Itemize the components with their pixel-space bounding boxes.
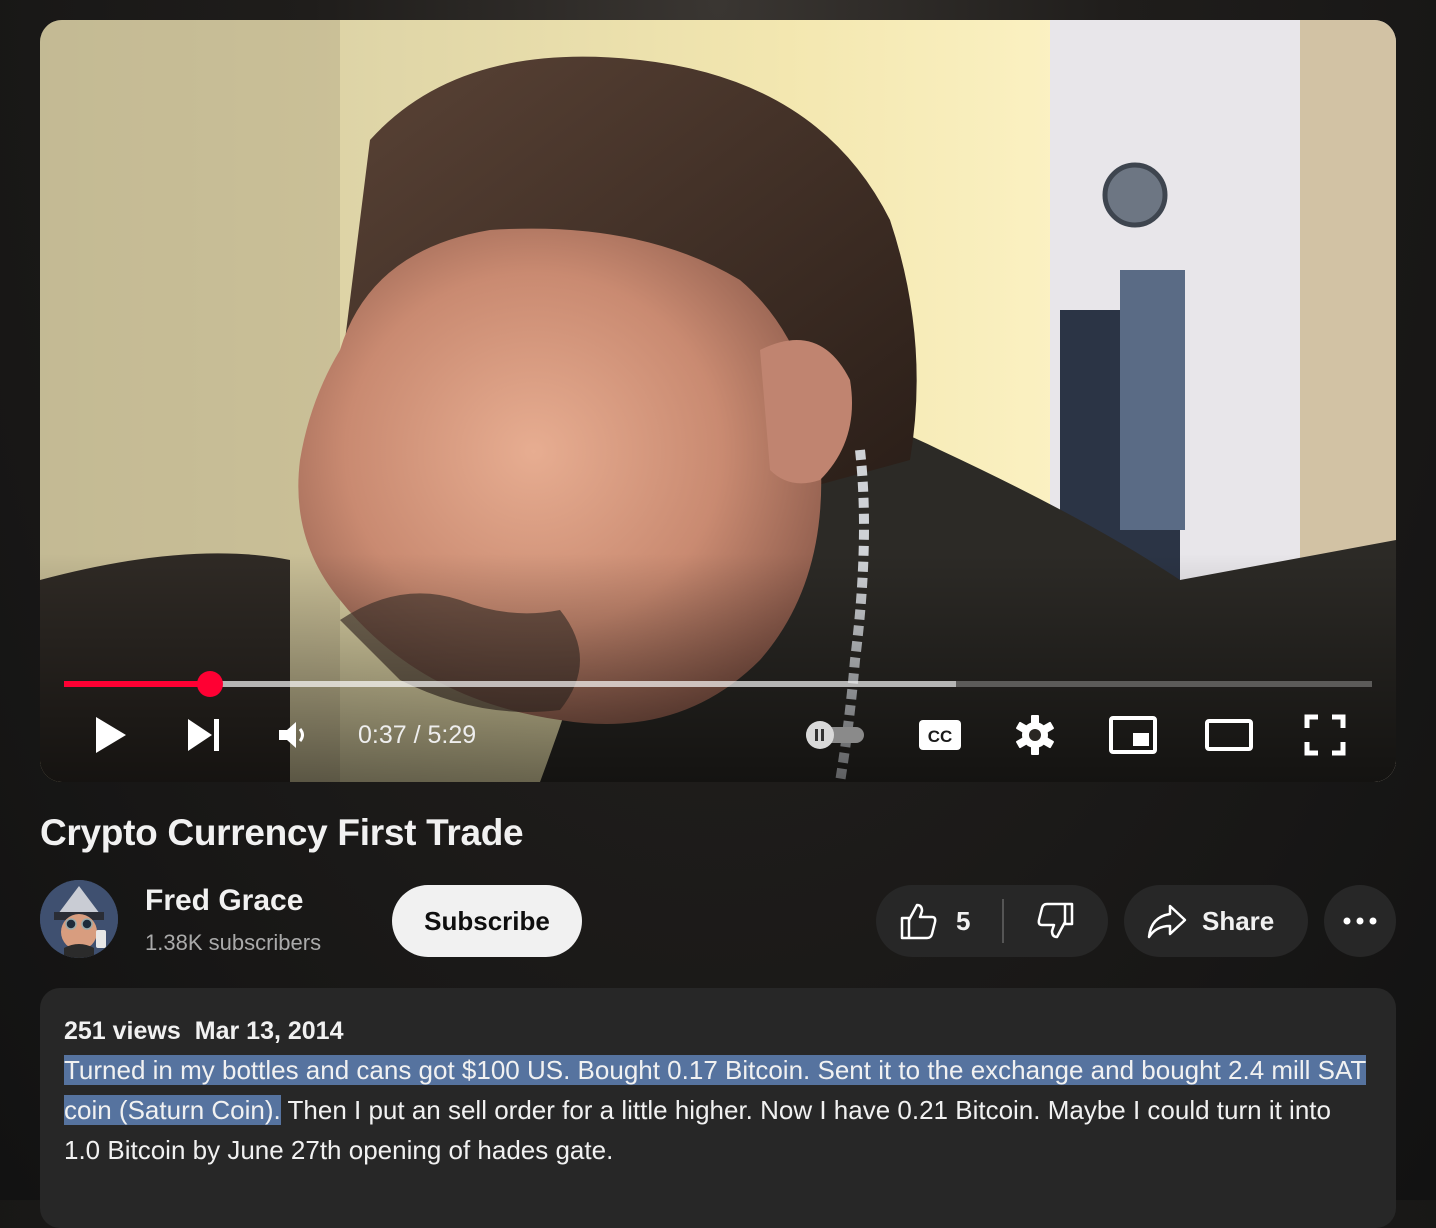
upload-date: Mar 13, 2014 [194,1017,344,1045]
time-display: 0:37 / 5:29 [358,708,476,762]
video-title: Crypto Currency First Trade [40,812,524,853]
play-icon [96,717,126,753]
share-icon [1147,904,1187,939]
next-icon [188,719,219,751]
view-count: 251 views [64,1017,181,1045]
time-total: 5:29 [427,721,477,749]
description-box[interactable]: 251 views Mar 13, 2014 Turned in my bottl… [40,988,1396,1228]
share-button[interactable]: Share [1124,885,1308,957]
video-player[interactable]: 0:37 / 5:29 CC [40,20,1396,782]
time-current: 0:37 [358,721,407,749]
volume-button[interactable] [272,708,316,762]
settings-button[interactable] [1010,708,1060,762]
autoplay-toggle-icon [806,721,864,749]
subscribe-button[interactable]: Subscribe [392,885,582,957]
miniplayer-button[interactable] [1106,708,1160,762]
channel-avatar[interactable] [40,880,118,958]
progress-played [64,681,211,687]
thumbs-down-icon [1037,902,1074,939]
like-dislike-group: 5 [876,885,1108,957]
settings-icon [1016,715,1054,755]
captions-button[interactable]: CC [914,708,966,762]
dislike-button[interactable] [1004,885,1108,957]
captions-label: CC [928,727,953,746]
player-controls: 0:37 / 5:29 CC [40,708,1396,762]
description-text: Turned in my bottles and cans got $100 U… [64,1050,1372,1170]
like-count: 5 [956,905,971,936]
theater-mode-button[interactable] [1202,708,1256,762]
fullscreen-icon [1304,714,1346,756]
ellipsis-icon [1343,917,1377,925]
theater-mode-icon [1205,719,1253,751]
fullscreen-button[interactable] [1298,708,1352,762]
progress-bar[interactable] [64,671,1372,697]
play-button[interactable] [86,708,134,762]
video-frame [40,20,1396,782]
next-button[interactable] [180,708,228,762]
like-button[interactable]: 5 [876,885,1002,957]
time-separator: / [406,721,428,749]
share-label: Share [1202,905,1275,936]
more-actions-button[interactable] [1324,885,1396,957]
channel-name[interactable]: Fred Grace [145,884,303,918]
avatar-image [40,880,118,958]
volume-icon [279,722,304,748]
subscriber-count: 1.38K subscribers [145,930,322,955]
thumbs-up-icon [900,903,937,940]
description-meta: 251 views Mar 13, 2014 [64,1014,1372,1048]
autoplay-toggle[interactable] [800,708,870,762]
captions-icon: CC [919,720,961,750]
miniplayer-icon [1109,716,1157,754]
